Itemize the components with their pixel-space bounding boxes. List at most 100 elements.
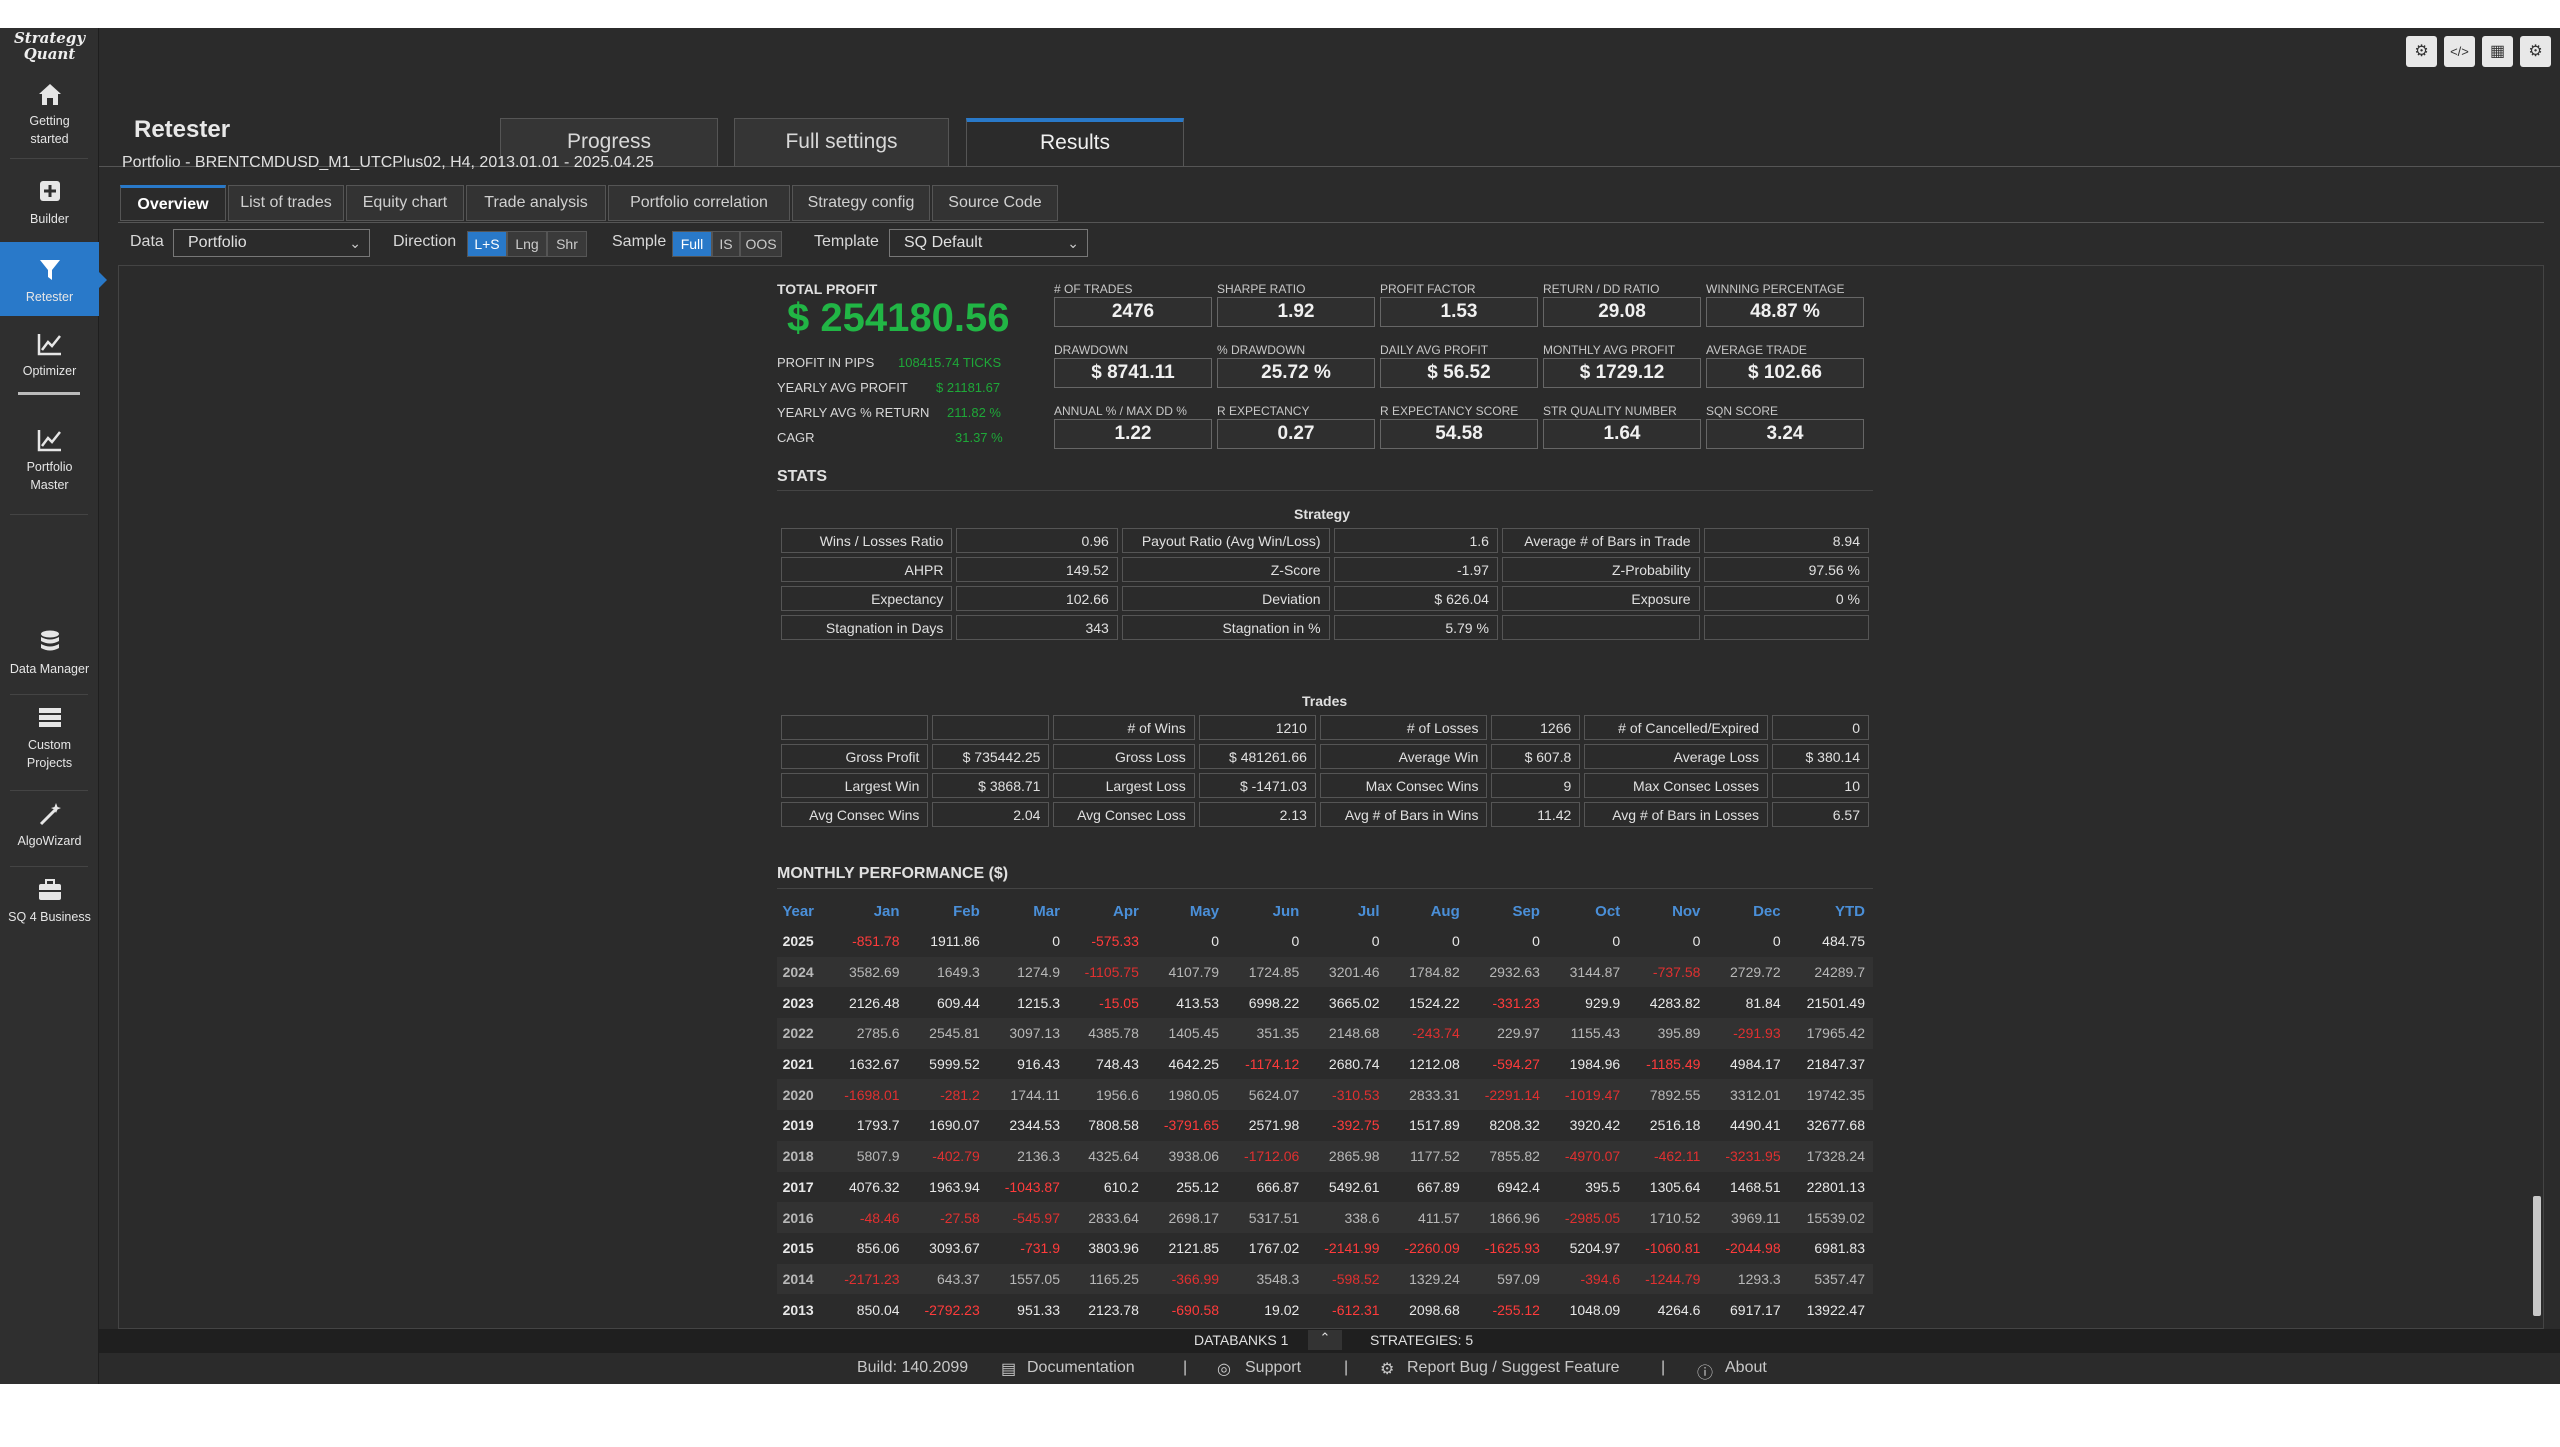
stat-label: Exposure	[1501, 586, 1700, 611]
subtab-trade-analysis[interactable]: Trade analysis	[466, 185, 606, 221]
subtab-strategy-config[interactable]: Strategy config	[792, 185, 930, 221]
sidebar-item-custom-projects[interactable]: Custom Projects	[0, 704, 99, 782]
tab-full-settings[interactable]: Full settings	[734, 118, 949, 166]
month-value-cell: -27.58	[907, 1202, 988, 1233]
month-value-cell: 4325.64	[1067, 1140, 1147, 1172]
month-value-cell: 0	[1052, 933, 1060, 950]
column-header[interactable]: Jul	[1307, 896, 1387, 926]
sidebar-item-sq4-business[interactable]: SQ 4 Business	[0, 876, 99, 934]
direction-option-ls[interactable]: L+S	[467, 231, 507, 257]
stat-value: 0 %	[1703, 586, 1869, 611]
month-value-cell: -598.52	[1307, 1263, 1388, 1295]
column-header[interactable]: Oct	[1548, 896, 1628, 926]
month-value-cell: 1911.86	[930, 933, 980, 950]
tab-results[interactable]: Results	[966, 118, 1184, 166]
month-value-cell: 610.2	[1103, 1178, 1139, 1195]
month-value-cell: 1048.09	[1569, 1301, 1621, 1318]
month-value-cell: -2141.99	[1324, 1240, 1380, 1257]
scrollbar-thumb[interactable]	[2533, 1196, 2541, 1316]
subtab-overview[interactable]: Overview	[120, 185, 226, 221]
column-header[interactable]: Feb	[908, 896, 988, 926]
column-header[interactable]: Mar	[988, 896, 1068, 926]
sidebar-item-getting-started[interactable]: Getting started	[0, 80, 99, 150]
sidebar-item-algowizard[interactable]: AlgoWizard	[0, 800, 99, 858]
month-value-cell: 6917.17	[1730, 1301, 1781, 1318]
bug-icon[interactable]: ⚙	[2406, 36, 2437, 67]
column-header[interactable]: YTD	[1789, 896, 1873, 926]
gear-icon[interactable]: ⚙	[2520, 36, 2551, 67]
column-header[interactable]: Aug	[1388, 896, 1468, 926]
stat-label: Gross Profit	[781, 744, 929, 769]
sample-option-is[interactable]: IS	[712, 231, 740, 257]
year-cell: 2022	[777, 1018, 828, 1049]
code-icon[interactable]: </>	[2444, 36, 2475, 67]
sidebar-label: Builder	[30, 212, 69, 226]
direction-option-short[interactable]: Shr	[547, 231, 587, 257]
month-value-cell: 2571.98	[1248, 1117, 1300, 1134]
column-header[interactable]: Sep	[1468, 896, 1548, 926]
month-value-cell: 1557.05	[987, 1263, 1068, 1295]
year-cell: 2024	[777, 956, 828, 988]
grid-icon[interactable]: ▦	[2482, 36, 2513, 67]
month-value-cell: -1105.75	[1067, 956, 1147, 988]
chevron-down-icon: ⌄	[349, 235, 361, 251]
sidebar-item-optimizer[interactable]: Optimizer	[0, 330, 99, 388]
subtab-portfolio-correlation[interactable]: Portfolio correlation	[608, 185, 790, 221]
support-link[interactable]: Support	[1245, 1359, 1301, 1377]
month-value-cell: -394.6	[1547, 1263, 1629, 1295]
sidebar-item-data-manager[interactable]: Data Manager	[0, 628, 99, 688]
profit-in-pips-label: PROFIT IN PIPS	[777, 355, 875, 370]
report-bug-link[interactable]: Report Bug / Suggest Feature	[1407, 1359, 1620, 1377]
stat-value: 1210	[1198, 715, 1316, 740]
column-header[interactable]: May	[1147, 896, 1227, 926]
month-value-cell: 5624.07	[1227, 1079, 1308, 1111]
month-value-cell: 3093.67	[929, 1240, 980, 1257]
chevron-up-icon[interactable]: ⌃	[1308, 1330, 1342, 1350]
sample-option-full[interactable]: Full	[672, 231, 712, 257]
vertical-scrollbar[interactable]	[2531, 266, 2543, 1328]
about-link[interactable]: About	[1725, 1359, 1767, 1377]
sidebar-item-portfolio-master[interactable]: Portfolio Master	[0, 426, 99, 506]
month-value-cell: -2291.14	[1467, 1079, 1548, 1111]
stat-label: Z-Score	[1121, 557, 1330, 582]
month-value-cell: 3803.96	[1088, 1240, 1139, 1257]
subtab-source-code[interactable]: Source Code	[932, 185, 1058, 221]
sidebar-item-builder[interactable]: Builder	[0, 178, 99, 228]
column-header[interactable]: Jan	[827, 896, 907, 926]
yearly-avg-return-label: YEARLY AVG % RETURN	[777, 405, 930, 420]
sample-option-oos[interactable]: OOS	[740, 231, 782, 257]
kpi-label: RETURN / DD RATIO	[1543, 282, 1660, 296]
direction-option-long[interactable]: Lng	[507, 231, 547, 257]
template-select[interactable]: SQ Default ⌄	[889, 229, 1088, 257]
column-header[interactable]: Jun	[1227, 896, 1307, 926]
column-header[interactable]: Year	[777, 896, 827, 926]
kpi-value: $ 56.52	[1380, 358, 1538, 388]
month-value-cell: 597.09	[1467, 1263, 1548, 1295]
month-value-cell: 1165.25	[1067, 1263, 1147, 1295]
month-value-cell: 2932.63	[1467, 956, 1548, 988]
subtab-list-of-trades[interactable]: List of trades	[228, 185, 344, 221]
month-value-cell: 1405.45	[1146, 1018, 1228, 1049]
month-value-cell: 229.97	[1467, 1018, 1548, 1049]
month-value-cell: 5204.97	[1569, 1240, 1621, 1257]
stat-value: 97.56 %	[1703, 557, 1869, 582]
sidebar-item-retester[interactable]: Retester	[0, 242, 107, 316]
app-logo[interactable]: Strategy Quant	[0, 30, 99, 70]
column-header[interactable]: Nov	[1628, 896, 1708, 926]
data-select[interactable]: Portfolio ⌄	[173, 229, 370, 257]
sidebar-divider	[10, 790, 88, 791]
stat-label: Average # of Bars in Trade	[1501, 528, 1700, 553]
month-value-cell: 2121.85	[1168, 1240, 1220, 1257]
sidebar-label: Portfolio	[26, 460, 73, 474]
kpi-value: 29.08	[1543, 297, 1701, 327]
sidebar-divider	[10, 158, 88, 159]
documentation-link[interactable]: Documentation	[1027, 1359, 1135, 1377]
column-header[interactable]: Dec	[1708, 896, 1788, 926]
yearly-avg-profit-value: $ 21181.67	[936, 380, 1001, 395]
month-value-cell: 1517.89	[1409, 1117, 1460, 1134]
month-value-cell: 13922.47	[1806, 1301, 1865, 1318]
column-header[interactable]: Apr	[1068, 896, 1147, 926]
stat-value: 2.13	[1198, 802, 1316, 827]
subtab-equity-chart[interactable]: Equity chart	[346, 185, 464, 221]
month-value-cell: 32677.68	[1806, 1117, 1865, 1134]
